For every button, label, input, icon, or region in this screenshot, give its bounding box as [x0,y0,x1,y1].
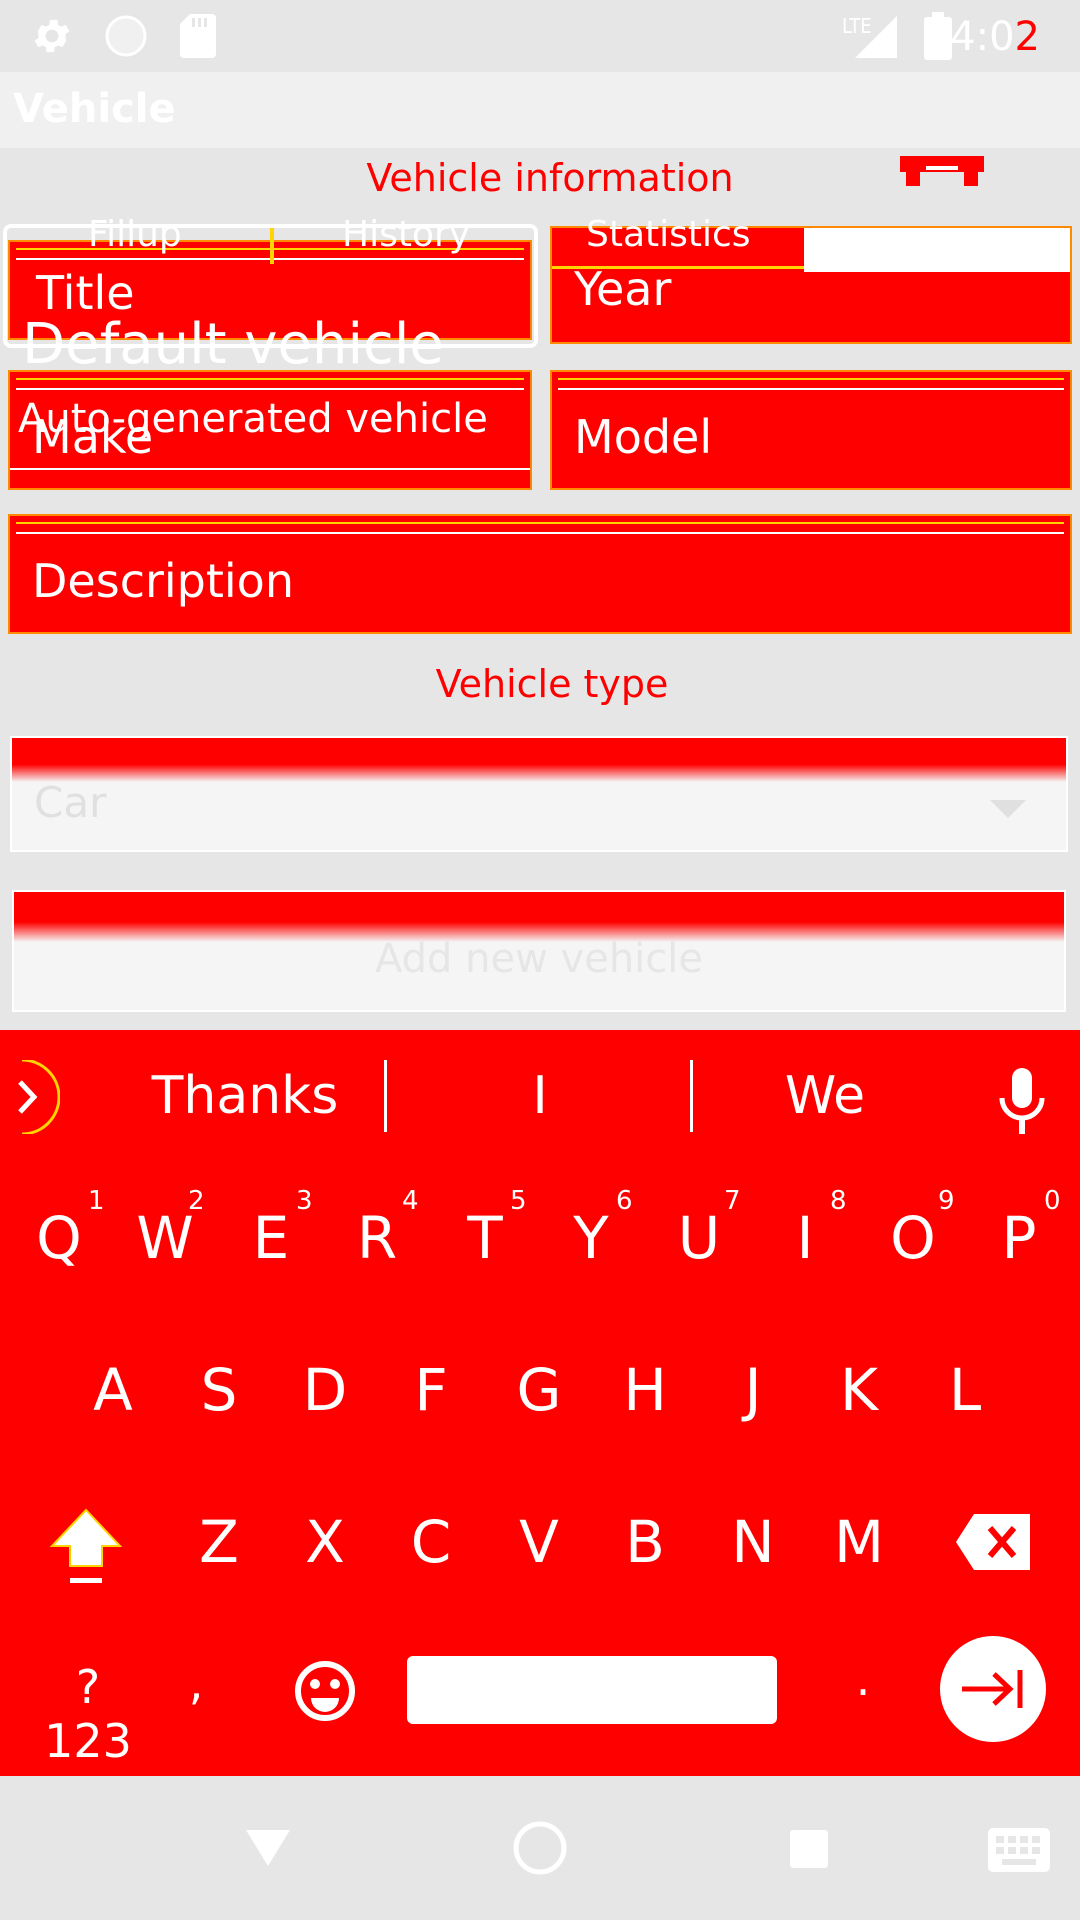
key-hint-6: 6 [616,1186,633,1216]
key-hint-2: 2 [188,1186,205,1216]
home-icon[interactable] [512,1820,568,1876]
suggestion-3[interactable]: We [770,1066,880,1126]
key-x[interactable]: X [280,1508,370,1576]
emoji-icon[interactable] [294,1660,356,1722]
keyboard-switch-icon[interactable] [988,1828,1050,1872]
tab-statistics[interactable]: Statistics [586,214,751,255]
period-key[interactable]: . [838,1652,888,1706]
suggestion-1[interactable]: Thanks [140,1066,350,1126]
key-hint-1: 1 [88,1186,105,1216]
tab-divider [270,228,274,264]
enter-key[interactable] [940,1636,1046,1742]
gear-icon [34,19,70,53]
dropdown-arrow-icon [990,800,1026,818]
key-m[interactable]: M [814,1508,904,1576]
key-l[interactable]: L [920,1356,1010,1424]
key-k[interactable]: K [814,1356,904,1424]
circle-icon [105,15,147,57]
comma-key[interactable]: , [176,1656,216,1710]
battery-icon [924,12,952,60]
back-icon[interactable] [246,1830,290,1866]
default-vehicle-title: Default vehicle [22,312,444,377]
microphone-icon[interactable] [998,1068,1046,1134]
car-icon[interactable] [900,146,984,186]
tab-fillup[interactable]: Fillup [88,214,182,255]
key-j[interactable]: J [708,1356,798,1424]
shift-icon[interactable] [48,1508,124,1588]
key-h[interactable]: H [600,1356,690,1424]
key-b[interactable]: B [600,1508,690,1576]
key-n[interactable]: N [708,1508,798,1576]
default-vehicle-subtitle: Auto-generated vehicle [18,396,488,442]
soft-keyboard: Thanks I We Q W E R T Y U I O P 1 2 3 4 … [0,1030,1080,1776]
key-hint-3: 3 [296,1186,313,1216]
description-label: Description [32,554,294,608]
year-label: Year [574,262,672,316]
backspace-icon[interactable] [956,1514,1030,1570]
key-z[interactable]: Z [174,1508,264,1576]
key-g[interactable]: G [494,1356,584,1424]
key-f[interactable]: F [386,1356,476,1424]
vehicle-type-spinner[interactable]: Car [10,736,1068,852]
key-hint-9: 9 [938,1186,955,1216]
add-new-vehicle-label: Add new vehicle [374,936,703,982]
key-v[interactable]: V [494,1508,584,1576]
recents-icon[interactable] [790,1830,828,1868]
key-hint-7: 7 [724,1186,741,1216]
make-underline [10,468,530,470]
model-label: Model [574,410,713,464]
suggestion-divider [690,1060,693,1132]
key-hint-0: 0 [1044,1186,1061,1216]
signal-icon [855,16,897,58]
key-a[interactable]: A [68,1356,158,1424]
model-field[interactable]: Model [550,370,1072,490]
status-bar [0,0,1080,72]
key-hint-4: 4 [402,1186,419,1216]
statistics-tab-spacer [804,228,1070,272]
key-c[interactable]: C [386,1508,476,1576]
sdcard-icon [180,14,216,58]
vehicle-type-value: Car [34,778,107,827]
symbols-key[interactable]: ?123 [38,1660,138,1768]
key-hint-5: 5 [510,1186,527,1216]
tab-history[interactable]: History [342,214,470,255]
add-new-vehicle-button[interactable]: Add new vehicle [12,890,1066,1012]
description-field[interactable]: Description [8,514,1072,634]
key-d[interactable]: D [280,1356,370,1424]
next-arrow-icon [962,1670,1023,1708]
suggestion-2[interactable]: I [500,1066,580,1126]
suggestion-divider [384,1060,387,1132]
key-s[interactable]: S [174,1356,264,1424]
expand-suggestions-icon[interactable] [0,1060,60,1134]
toolbar-title: Vehicle [13,86,176,132]
vehicle-type-title: Vehicle type [435,662,669,706]
space-bar[interactable] [407,1656,777,1724]
status-time: 4:02 [950,14,1040,60]
key-hint-8: 8 [830,1186,847,1216]
